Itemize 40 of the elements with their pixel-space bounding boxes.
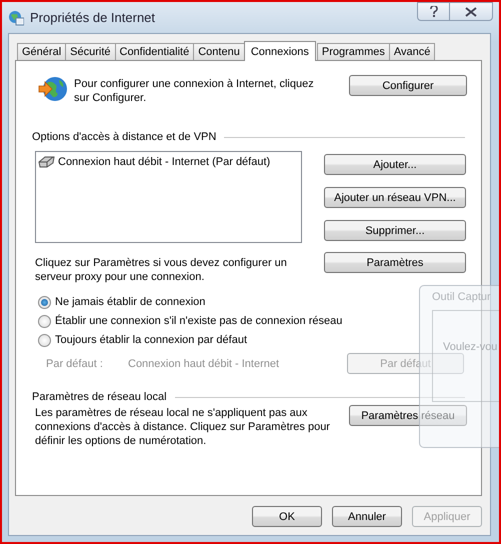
help-button[interactable] bbox=[417, 2, 449, 21]
dialog-button[interactable]: OK bbox=[252, 506, 322, 527]
radio-label: Établir une connexion s'il n'existe pas de connexion réseau bbox=[55, 315, 342, 327]
dialog-button[interactable]: Annuler bbox=[332, 506, 402, 527]
radio-button[interactable] bbox=[38, 314, 51, 328]
network-settings-button[interactable]: Paramètres réseau bbox=[349, 405, 467, 426]
dialog-button[interactable]: Ajouter... bbox=[324, 154, 466, 175]
tab[interactable]: Connexions bbox=[244, 41, 316, 61]
section-heading: Paramètres de réseau local bbox=[32, 391, 167, 403]
tab[interactable]: Programmes bbox=[316, 43, 390, 60]
field-label: Par défaut : bbox=[46, 358, 104, 370]
tab[interactable]: Contenu bbox=[193, 43, 245, 60]
radio-label: Ne jamais établir de connexion bbox=[55, 296, 206, 308]
close-button[interactable] bbox=[449, 2, 493, 21]
radio-label: Toujours établir la connexion par défaut bbox=[55, 334, 248, 346]
section-heading: Options d'accès à distance et de VPN bbox=[32, 131, 216, 143]
list-item[interactable]: Connexion haut débit - Internet (Par défaut) bbox=[58, 156, 270, 168]
radio-button[interactable] bbox=[38, 334, 51, 346]
radio-button[interactable] bbox=[38, 296, 51, 308]
dialog-button[interactable]: Supprimer... bbox=[324, 220, 466, 241]
settings-button[interactable]: Paramètres bbox=[324, 252, 466, 273]
tab[interactable]: Général bbox=[17, 43, 66, 60]
field-value: Connexion haut débit - Internet bbox=[128, 358, 280, 370]
tab[interactable]: Sécurité bbox=[65, 43, 116, 60]
connection-list[interactable]: Connexion haut débit - Internet (Par défaut) bbox=[35, 151, 302, 243]
window-title: Outil Captur bbox=[432, 291, 492, 303]
window-title: Propriétés de Internet bbox=[30, 10, 156, 25]
configure-button[interactable]: Configurer bbox=[349, 75, 467, 96]
lan-text: Les paramètres de réseau local ne s'appliquent pas aux connexions d'accès à distance. Cliquez sur Paramètres pour définir les options de numérotation. bbox=[35, 406, 331, 448]
close-icon bbox=[465, 6, 477, 16]
tab[interactable]: Avancé bbox=[388, 43, 436, 60]
dialog-button[interactable]: Ajouter un réseau VPN... bbox=[324, 187, 466, 208]
help-icon bbox=[430, 6, 438, 17]
tab[interactable]: Confidentialité bbox=[114, 43, 194, 60]
modem-icon bbox=[38, 155, 55, 168]
proxy-text: Cliquez sur Paramètres si vous devez configurer un serveur proxy pour une connexion. bbox=[35, 256, 288, 284]
setup-text: Pour configurer une connexion à Internet, cliquez sur Configurer. bbox=[74, 77, 314, 105]
globe-icon bbox=[38, 75, 68, 103]
app-icon bbox=[8, 10, 24, 26]
prompt-text: Voulez-vou bbox=[443, 341, 498, 353]
